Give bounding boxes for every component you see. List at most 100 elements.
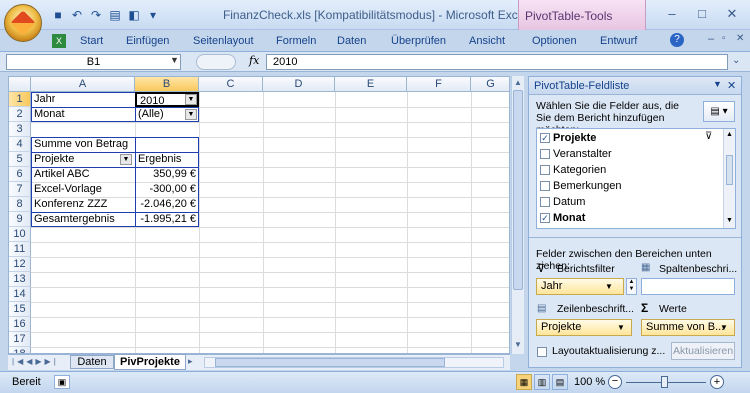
scroll-thumb[interactable] <box>726 155 733 185</box>
tab-page-layout[interactable]: Seitenlayout <box>193 35 254 47</box>
dropdown-icon[interactable]: ▼ <box>185 109 197 120</box>
page-break-view-icon[interactable]: ▤ <box>552 374 568 390</box>
office-button[interactable] <box>4 4 42 42</box>
row-header[interactable]: 18 <box>9 347 31 353</box>
filter-applied-icon[interactable]: ▼ <box>120 154 132 165</box>
field-monat[interactable]: ✓ Monat <box>540 210 585 226</box>
insert-sheet-icon[interactable]: ▸ <box>188 356 193 367</box>
checkbox-checked[interactable]: ✓ <box>540 133 550 143</box>
formula-expand-handle[interactable] <box>196 54 236 70</box>
column-header-c[interactable]: C <box>199 77 263 92</box>
cell-b7[interactable]: -300,00 € <box>135 182 199 197</box>
name-box-dropdown-icon[interactable]: ▼ <box>170 55 179 65</box>
formula-expand-icon[interactable]: ⌄ <box>732 55 740 66</box>
spreadsheet-grid[interactable]: A B C D E F G 1 2 3 4 5 6 7 8 9 10 11 12… <box>8 76 510 354</box>
field-list-scrollbar[interactable]: ▲ ▼ <box>723 129 735 228</box>
checkbox-checked[interactable]: ✓ <box>540 213 550 223</box>
filter-item-jahr[interactable]: Jahr ▼ <box>536 278 624 295</box>
tab-start[interactable]: Start <box>80 35 103 47</box>
row-header[interactable]: 9 <box>9 212 31 227</box>
cell-a8[interactable]: Konferenz ZZZ <box>34 197 107 212</box>
scroll-down-icon[interactable]: ▼ <box>514 340 522 349</box>
tab-review[interactable]: Überprüfen <box>391 35 446 47</box>
name-box[interactable]: B1 <box>6 54 181 70</box>
cell-a1[interactable]: Jahr <box>34 92 55 107</box>
row-header[interactable]: 15 <box>9 302 31 317</box>
row-header[interactable]: 10 <box>9 227 31 242</box>
close-button[interactable]: ✕ <box>720 6 744 24</box>
layout-toggle-button[interactable]: ▤ ▾ <box>703 101 735 122</box>
row-header[interactable]: 11 <box>9 242 31 257</box>
column-labels-dropzone[interactable] <box>641 278 735 295</box>
zoom-slider-thumb[interactable] <box>661 376 668 388</box>
scroll-up-icon[interactable]: ▲ <box>514 78 522 87</box>
field-projekte[interactable]: ✓ Projekte <box>540 130 596 146</box>
scroll-down-icon[interactable]: ▼ <box>726 217 733 224</box>
panel-close-icon[interactable]: ✕ <box>727 79 736 92</box>
row-header[interactable]: 2 <box>9 107 31 122</box>
tab-design[interactable]: Entwurf <box>600 35 637 47</box>
insert-function-icon[interactable]: fx <box>249 54 259 67</box>
cell-b2[interactable]: (Alle) <box>138 107 164 122</box>
cell-b5[interactable]: Ergebnis <box>138 152 181 167</box>
scroll-thumb[interactable] <box>513 90 523 290</box>
update-button[interactable]: Aktualisieren <box>671 342 735 360</box>
tab-formulas[interactable]: Formeln <box>276 35 316 47</box>
cell-a4[interactable]: Summe von Betrag <box>34 137 128 152</box>
horizontal-scrollbar[interactable] <box>204 357 504 368</box>
area-spinner[interactable]: ▲ ▼ <box>626 278 637 295</box>
cell-a9[interactable]: Gesamtergebnis <box>34 212 115 227</box>
ribbon-close-icon[interactable]: ✕ <box>736 33 744 44</box>
row-item-projekte[interactable]: Projekte ▼ <box>536 319 632 336</box>
defer-update-checkbox[interactable] <box>537 347 547 357</box>
row-header[interactable]: 13 <box>9 272 31 287</box>
normal-view-icon[interactable]: ▦ <box>516 374 532 390</box>
field-kategorien[interactable]: Kategorien <box>540 162 606 178</box>
tab-data[interactable]: Daten <box>337 35 366 47</box>
cell-a2[interactable]: Monat <box>34 107 65 122</box>
row-header[interactable]: 4 <box>9 137 31 152</box>
row-header[interactable]: 1 <box>9 92 31 107</box>
cell-b6[interactable]: 350,99 € <box>135 167 199 182</box>
page-layout-view-icon[interactable]: ▥ <box>534 374 550 390</box>
cell-a5[interactable]: Projekte <box>34 152 74 167</box>
row-header[interactable]: 7 <box>9 182 31 197</box>
tab-view[interactable]: Ansicht <box>469 35 505 47</box>
column-header-g[interactable]: G <box>471 77 509 92</box>
sheet-tab-pivprojekte[interactable]: PivProjekte <box>114 354 186 370</box>
column-header-e[interactable]: E <box>335 77 407 92</box>
dropdown-icon[interactable]: ▼ <box>720 320 728 335</box>
checkbox[interactable] <box>540 149 550 159</box>
ribbon-restore-icon[interactable]: ▫ <box>722 33 726 44</box>
zoom-in-icon[interactable]: + <box>710 375 724 389</box>
row-header[interactable]: 5 <box>9 152 31 167</box>
minimize-button[interactable]: – <box>660 6 684 24</box>
zoom-out-icon[interactable]: − <box>608 375 622 389</box>
column-header-a[interactable]: A <box>31 77 135 92</box>
row-header[interactable]: 17 <box>9 332 31 347</box>
column-header-b[interactable]: B <box>135 77 199 92</box>
cell-b9[interactable]: -1.995,21 € <box>135 212 199 227</box>
field-veranstalter[interactable]: Veranstalter <box>540 146 612 162</box>
maximize-button[interactable]: □ <box>690 6 714 24</box>
ribbon-minimize-icon[interactable]: – <box>708 33 714 45</box>
row-header[interactable]: 16 <box>9 317 31 332</box>
checkbox[interactable] <box>540 165 550 175</box>
cell-b8[interactable]: -2.046,20 € <box>135 197 199 212</box>
field-datum[interactable]: Datum <box>540 194 585 210</box>
column-header-d[interactable]: D <box>263 77 335 92</box>
value-item-summe[interactable]: Summe von B... ▼ <box>641 319 735 336</box>
h-scroll-thumb[interactable] <box>215 358 445 367</box>
cell-a6[interactable]: Artikel ABC <box>34 167 90 182</box>
row-header[interactable]: 3 <box>9 122 31 137</box>
column-header-f[interactable]: F <box>407 77 471 92</box>
row-header[interactable]: 6 <box>9 167 31 182</box>
scroll-up-icon[interactable]: ▲ <box>726 131 733 138</box>
help-icon[interactable]: ? <box>670 33 684 47</box>
sheet-tab-daten[interactable]: Daten <box>70 355 114 369</box>
row-header[interactable]: 8 <box>9 197 31 212</box>
field-bemerkungen[interactable]: Bemerkungen <box>540 178 622 194</box>
panel-menu-icon[interactable]: ▼ <box>713 79 722 89</box>
macro-record-icon[interactable]: ▣ <box>54 375 70 389</box>
vertical-scrollbar[interactable]: ▲ ▼ <box>511 76 524 354</box>
